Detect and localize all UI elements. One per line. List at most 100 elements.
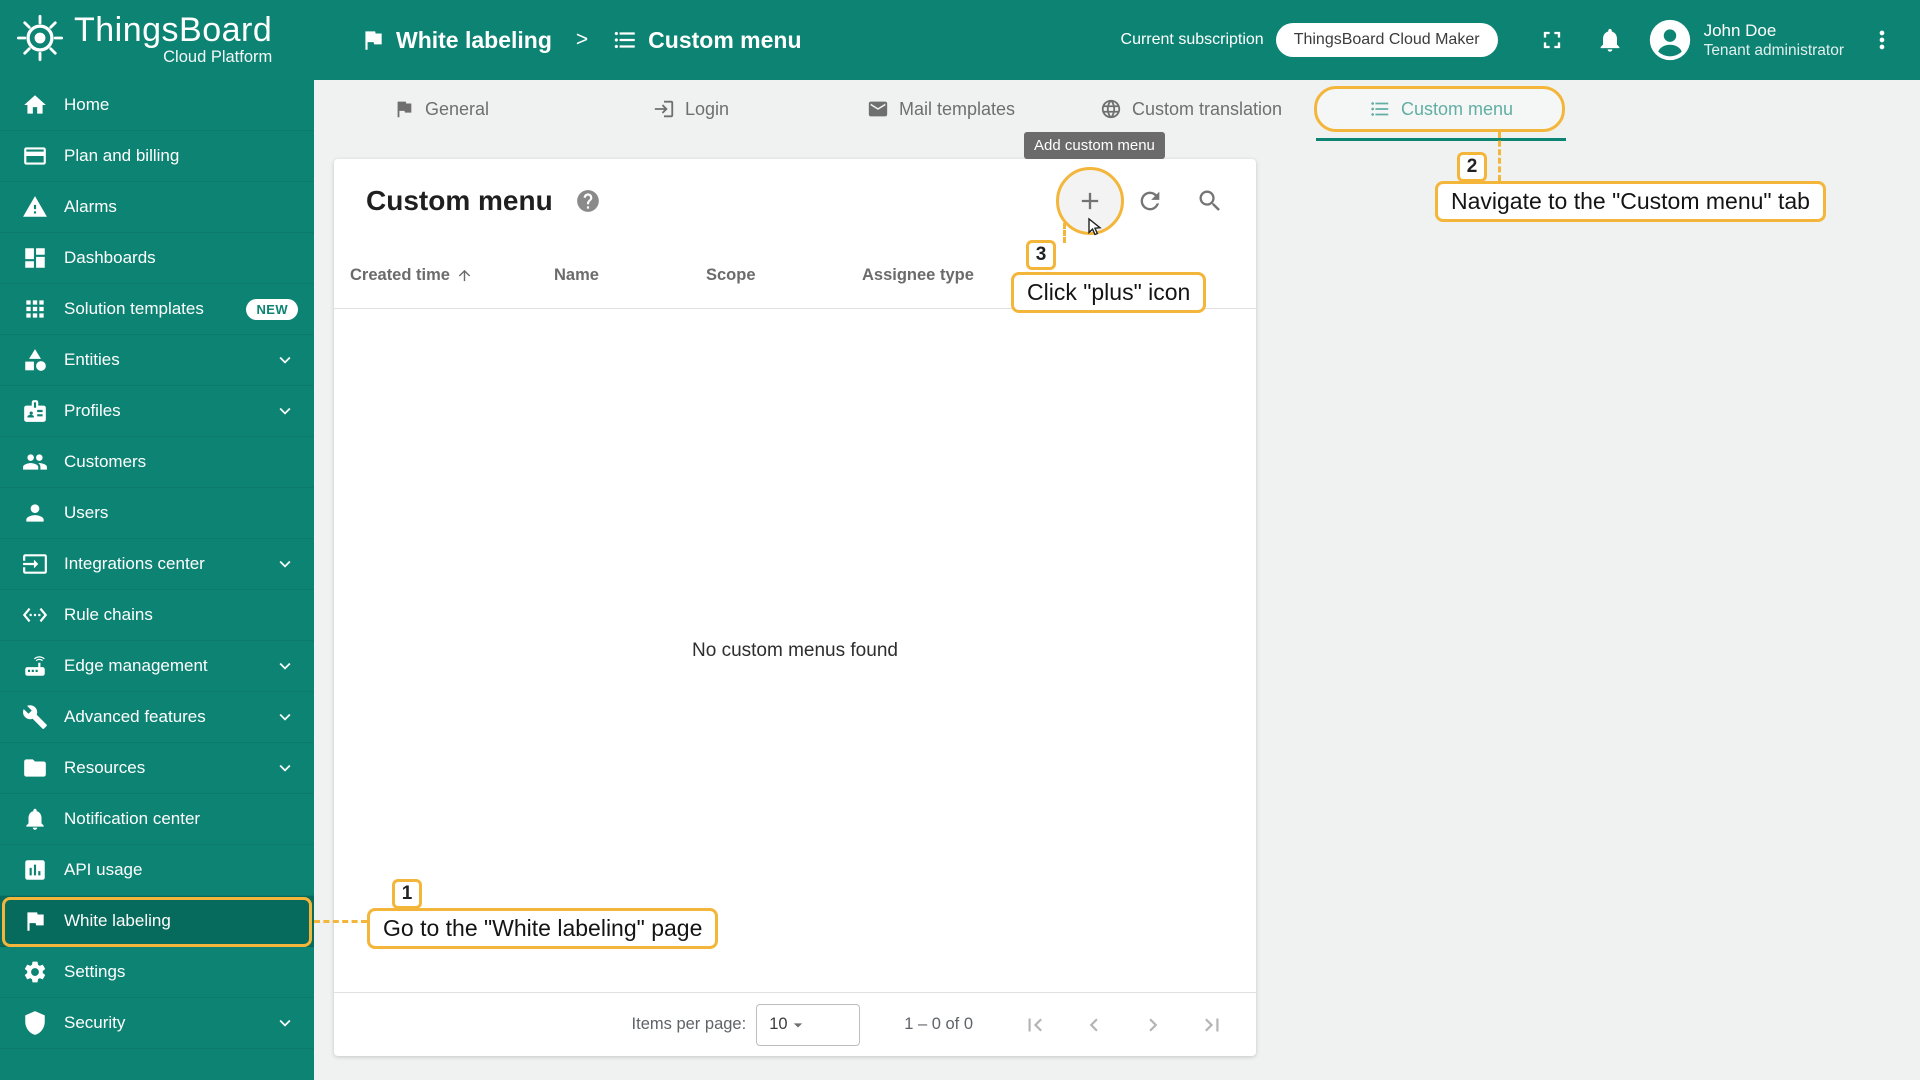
breadcrumb-separator: >: [575, 28, 589, 51]
folder-icon: [22, 755, 48, 781]
items-per-page-select[interactable]: 10: [756, 1003, 861, 1046]
more-menu-button[interactable]: [1860, 18, 1904, 62]
annotation-highlight-white-labeling: [2, 897, 312, 947]
app-logo[interactable]: ThingsBoard Cloud Platform: [0, 0, 314, 80]
page-title: Custom menu: [366, 185, 553, 216]
sidebar-item-profiles[interactable]: Profiles: [0, 386, 314, 437]
app-name: ThingsBoard: [74, 10, 273, 49]
last-page-button[interactable]: [1190, 1003, 1234, 1047]
annotation-step1-label: Go to the "White labeling" page: [367, 908, 719, 949]
help-icon: [575, 188, 601, 214]
fullscreen-button[interactable]: [1530, 18, 1574, 62]
search-button[interactable]: [1188, 179, 1232, 223]
items-per-page-label: Items per page:: [631, 1015, 747, 1033]
sidebar-item-edge-management[interactable]: Edge management: [0, 641, 314, 692]
sidebar-item-alarms[interactable]: Alarms: [0, 182, 314, 233]
tab-general[interactable]: General: [316, 80, 566, 141]
chevron-left-icon: [1081, 1012, 1107, 1038]
category-icon: [22, 347, 48, 373]
sidebar-item-notification-center[interactable]: Notification center: [0, 794, 314, 845]
flag-icon: [360, 27, 386, 53]
refresh-icon: [1136, 187, 1164, 215]
annotation-connector-step3: [1063, 223, 1066, 243]
annotation-step3-label: Click "plus" icon: [1011, 272, 1207, 313]
user-info: John Doe Tenant administrator: [1704, 20, 1844, 61]
add-custom-menu-tooltip: Add custom menu: [1024, 132, 1165, 159]
sidebar-item-solution-templates[interactable]: Solution templates NEW: [0, 284, 314, 335]
annotation-step2-badge: 2: [1457, 152, 1487, 182]
sidebar-item-resources[interactable]: Resources: [0, 743, 314, 794]
column-created-time[interactable]: Created time: [350, 266, 554, 285]
chevron-down-icon: [274, 1012, 296, 1034]
previous-page-button[interactable]: [1072, 1003, 1116, 1047]
gear-icon: [22, 959, 48, 985]
login-icon: [653, 98, 675, 120]
fullscreen-icon: [1538, 26, 1566, 54]
subscription-label: Current subscription: [1120, 31, 1264, 48]
column-name[interactable]: Name: [554, 266, 706, 285]
sidebar-item-integrations-center[interactable]: Integrations center: [0, 539, 314, 590]
topbar-right: Current subscription ThingsBoard Cloud M…: [1121, 18, 1904, 62]
sidebar-item-rule-chains[interactable]: Rule chains: [0, 590, 314, 641]
user-name: John Doe: [1703, 20, 1777, 40]
shield-icon: [22, 1010, 48, 1036]
router-icon: [22, 653, 48, 679]
sort-ascending-icon: [456, 267, 473, 284]
badge-icon: [22, 398, 48, 424]
sidebar-item-settings[interactable]: Settings: [0, 947, 314, 998]
chevron-down-icon: [274, 757, 296, 779]
help-button[interactable]: [573, 186, 603, 216]
avatar[interactable]: [1648, 18, 1692, 62]
annotation-connector-step1: [314, 920, 367, 923]
dashboard-icon: [22, 245, 48, 271]
sidebar-item-advanced-features[interactable]: Advanced features: [0, 692, 314, 743]
tools-icon: [22, 704, 48, 730]
empty-table-message: No custom menus found: [692, 639, 898, 661]
chevron-down-icon: [274, 349, 296, 371]
sidebar-item-dashboards[interactable]: Dashboards: [0, 233, 314, 284]
sidebar-item-home[interactable]: Home: [0, 80, 314, 131]
refresh-button[interactable]: [1128, 179, 1172, 223]
sidebar-item-entities[interactable]: Entities: [0, 335, 314, 386]
credit-card-icon: [22, 143, 48, 169]
mail-icon: [867, 98, 889, 120]
rule-chain-icon: [22, 602, 48, 628]
caret-down-icon: [788, 1015, 808, 1035]
person-icon: [22, 500, 48, 526]
new-badge: NEW: [246, 298, 298, 320]
sidebar-item-users[interactable]: Users: [0, 488, 314, 539]
warning-icon: [22, 194, 48, 220]
app-tagline: Cloud Platform: [163, 48, 273, 67]
list-icon: [612, 27, 638, 53]
annotation-step3-badge: 3: [1026, 240, 1056, 270]
notifications-button[interactable]: [1588, 18, 1632, 62]
bell-icon: [1596, 26, 1624, 54]
first-page-button[interactable]: [1013, 1003, 1057, 1047]
sidebar-item-security[interactable]: Security: [0, 998, 314, 1049]
pagination-range: 1 – 0 of 0: [904, 1015, 973, 1033]
subscription-plan-chip: ThingsBoard Cloud Maker: [1275, 23, 1498, 57]
column-scope[interactable]: Scope: [706, 266, 862, 285]
annotation-highlight-custom-menu-tab: [1314, 86, 1565, 132]
annotation-connector-step2: [1498, 132, 1501, 181]
next-page-button[interactable]: [1131, 1003, 1175, 1047]
first-page-icon: [1022, 1012, 1048, 1038]
last-page-icon: [1199, 1012, 1225, 1038]
annotation-step1-badge: 1: [392, 879, 422, 909]
bell-icon: [22, 806, 48, 832]
apps-icon: [22, 296, 48, 322]
sidebar-item-api-usage[interactable]: API usage: [0, 845, 314, 896]
tab-login[interactable]: Login: [566, 80, 816, 141]
globe-icon: [1100, 98, 1122, 120]
people-icon: [22, 449, 48, 475]
sidebar-item-plan-and-billing[interactable]: Plan and billing: [0, 131, 314, 182]
table-body: No custom menus found: [334, 309, 1256, 992]
chevron-down-icon: [274, 655, 296, 677]
home-icon: [22, 92, 48, 118]
chart-icon: [22, 857, 48, 883]
table-footer: Items per page: 10 1 – 0 of 0: [334, 992, 1256, 1056]
breadcrumb-parent[interactable]: White labeling: [396, 27, 552, 54]
chevron-down-icon: [274, 553, 296, 575]
topbar: White labeling > Custom menu Current sub…: [314, 0, 1920, 80]
sidebar-item-customers[interactable]: Customers: [0, 437, 314, 488]
